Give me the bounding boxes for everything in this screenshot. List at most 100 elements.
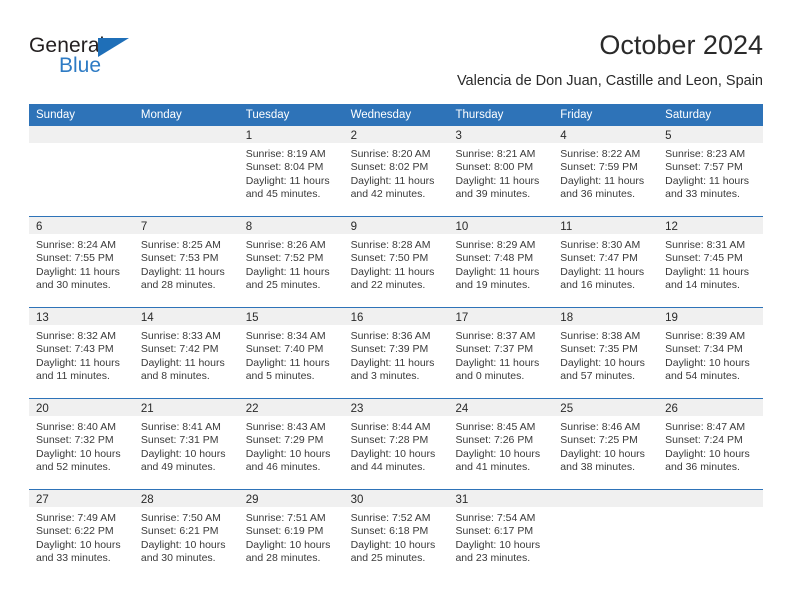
day-number: 16 [350,312,364,324]
daylight-text-line1: Daylight: 10 hours [665,356,750,369]
day-cell[interactable]: 28 Sunrise: 7:50 AM Sunset: 6:21 PM Dayligh… [133,490,239,580]
day-cell[interactable]: 15 Sunrise: 8:34 AM Sunset: 7:40 PM Dayligh… [238,308,344,398]
sunset-text: Sunset: 7:28 PM [350,434,429,447]
sunrise-text: Sunrise: 8:19 AM [245,148,326,160]
daylight-text-line1: Daylight: 10 hours [350,538,436,551]
day-cell[interactable]: 29 Sunrise: 7:51 AM Sunset: 6:19 PM Dayligh… [238,490,344,580]
sunset-text: Sunset: 6:17 PM [455,525,534,538]
daylight-text-line1: Daylight: 10 hours [36,447,121,460]
day-cell[interactable]: 7 Sunrise: 8:25 AM Sunset: 7:53 PM Daylight… [133,217,239,307]
day-cell[interactable]: 26 Sunrise: 8:47 AM Sunset: 7:24 PM Dayligh… [658,399,764,489]
day-cell[interactable]: 9 Sunrise: 8:28 AM Sunset: 7:50 PM Daylight… [343,217,449,307]
daylight-text-line1: Daylight: 11 hours [140,265,225,278]
day-number: 25 [560,403,574,415]
day-number: 9 [350,221,357,233]
day-cell[interactable]: 14 Sunrise: 8:33 AM Sunset: 7:42 PM Dayligh… [133,308,239,398]
day-sun-info: Sunrise: 8:25 AM Sunset: 7:53 PM Daylight:… [134,234,239,293]
sunrise-text: Sunrise: 8:40 AM [36,421,116,433]
sunrise-text: Sunrise: 8:46 AM [560,421,641,433]
sunset-text: Sunset: 7:40 PM [245,343,324,356]
weekday-header-tuesday: Tuesday [245,109,290,121]
day-sun-info: Sunrise: 8:39 AM Sunset: 7:34 PM Daylight:… [658,325,763,384]
daylight-text-line2: and 41 minutes. [455,461,531,474]
sunrise-text: Sunrise: 8:26 AM [245,239,326,251]
day-number-band: 31 [448,490,554,507]
brand-logo[interactable]: General Blue [29,34,229,90]
day-cell[interactable]: 6 Sunrise: 8:24 AM Sunset: 7:55 PM Daylight… [29,217,134,307]
day-cell[interactable]: 1 Sunrise: 8:19 AM Sunset: 8:04 PM Daylight… [238,126,344,216]
day-number: 21 [140,403,154,415]
day-cell[interactable]: 21 Sunrise: 8:41 AM Sunset: 7:31 PM Dayligh… [133,399,239,489]
day-cell[interactable]: 13 Sunrise: 8:32 AM Sunset: 7:43 PM Dayligh… [29,308,134,398]
day-cell[interactable]: 3 Sunrise: 8:21 AM Sunset: 8:00 PM Daylight… [448,126,554,216]
daylight-text-line1: Daylight: 10 hours [665,447,750,460]
day-number: 10 [455,221,469,233]
sunrise-text: Sunrise: 8:32 AM [36,330,116,342]
day-number-band: 28 [133,490,239,507]
day-cell[interactable]: 12 Sunrise: 8:31 AM Sunset: 7:45 PM Dayligh… [658,217,764,307]
day-number-band: 5 [658,126,764,143]
sunset-text: Sunset: 7:42 PM [140,343,219,356]
day-number: 12 [665,221,678,233]
sunrise-text: Sunrise: 7:49 AM [36,512,116,524]
sunset-text: Sunset: 7:34 PM [665,343,743,356]
day-sun-info: Sunrise: 8:37 AM Sunset: 7:37 PM Daylight:… [448,325,553,384]
calendar-page: General Blue October 2024 Valencia de Do… [0,0,792,612]
calendar-week-row: 20 Sunrise: 8:40 AM Sunset: 7:32 PM Dayligh… [29,398,764,489]
sunrise-text: Sunrise: 8:39 AM [665,330,746,342]
day-number-band: 3 [448,126,554,143]
day-cell[interactable]: 4 Sunrise: 8:22 AM Sunset: 7:59 PM Daylight… [553,126,659,216]
day-cell[interactable]: 27 Sunrise: 7:49 AM Sunset: 6:22 PM Dayligh… [29,490,134,580]
day-cell[interactable]: 22 Sunrise: 8:43 AM Sunset: 7:29 PM Dayligh… [238,399,344,489]
day-sun-info: Sunrise: 8:44 AM Sunset: 7:28 PM Daylight:… [344,416,449,475]
daylight-text-line1: Daylight: 11 hours [560,174,645,187]
day-cell-empty [133,126,239,216]
day-number-band [133,126,239,143]
day-cell-empty [29,126,134,216]
day-cell[interactable]: 25 Sunrise: 8:46 AM Sunset: 7:25 PM Dayligh… [553,399,659,489]
day-cell[interactable]: 16 Sunrise: 8:36 AM Sunset: 7:39 PM Dayligh… [343,308,449,398]
sunset-text: Sunset: 7:53 PM [140,252,219,265]
day-cell[interactable]: 24 Sunrise: 8:45 AM Sunset: 7:26 PM Dayligh… [448,399,554,489]
daylight-text-line2: and 36 minutes. [560,188,636,201]
day-cell[interactable]: 23 Sunrise: 8:44 AM Sunset: 7:28 PM Dayligh… [343,399,449,489]
daylight-text-line1: Daylight: 10 hours [560,356,645,369]
calendar-week-row: 13 Sunrise: 8:32 AM Sunset: 7:43 PM Dayligh… [29,307,764,398]
day-cell[interactable]: 20 Sunrise: 8:40 AM Sunset: 7:32 PM Dayligh… [29,399,134,489]
daylight-text-line2: and 38 minutes. [560,461,636,474]
title-block: October 2024 Valencia de Don Juan, Casti… [457,28,763,91]
day-cell[interactable]: 30 Sunrise: 7:52 AM Sunset: 6:18 PM Dayligh… [343,490,449,580]
day-cell[interactable]: 2 Sunrise: 8:20 AM Sunset: 8:02 PM Daylight… [343,126,449,216]
blue-triangle-icon [98,38,129,57]
day-cell[interactable]: 8 Sunrise: 8:26 AM Sunset: 7:52 PM Daylight… [238,217,344,307]
weekday-header-monday: Monday [140,109,182,121]
day-cell[interactable]: 5 Sunrise: 8:23 AM Sunset: 7:57 PM Daylight… [658,126,764,216]
day-sun-info: Sunrise: 8:22 AM Sunset: 7:59 PM Daylight:… [553,143,658,202]
day-number: 22 [245,403,259,415]
calendar-week-row: 6 Sunrise: 8:24 AM Sunset: 7:55 PM Daylight… [29,216,764,307]
day-cell[interactable]: 17 Sunrise: 8:37 AM Sunset: 7:37 PM Dayligh… [448,308,554,398]
day-number-band: 26 [658,399,764,416]
day-number-band: 21 [133,399,239,416]
day-sun-info: Sunrise: 8:29 AM Sunset: 7:48 PM Daylight:… [448,234,553,293]
day-cell[interactable]: 11 Sunrise: 8:30 AM Sunset: 7:47 PM Dayligh… [553,217,659,307]
day-number-band: 15 [238,308,344,325]
sunrise-text: Sunrise: 7:54 AM [455,512,536,524]
day-cell[interactable]: 19 Sunrise: 8:39 AM Sunset: 7:34 PM Dayligh… [658,308,764,398]
day-number-band: 14 [133,308,239,325]
sunset-text: Sunset: 8:02 PM [350,161,429,174]
sunset-text: Sunset: 6:19 PM [245,525,324,538]
day-cell[interactable]: 31 Sunrise: 7:54 AM Sunset: 6:17 PM Dayligh… [448,490,554,580]
day-cell[interactable]: 18 Sunrise: 8:38 AM Sunset: 7:35 PM Dayligh… [553,308,659,398]
daylight-text-line1: Daylight: 11 hours [36,356,120,369]
day-cell[interactable]: 10 Sunrise: 8:29 AM Sunset: 7:48 PM Dayligh… [448,217,554,307]
day-sun-info: Sunrise: 8:47 AM Sunset: 7:24 PM Daylight:… [658,416,763,475]
daylight-text-line2: and 46 minutes. [245,461,321,474]
day-sun-info: Sunrise: 8:34 AM Sunset: 7:40 PM Daylight:… [239,325,344,384]
weekday-header-thursday: Thursday [455,109,504,121]
daylight-text-line2: and 54 minutes. [665,370,740,383]
day-sun-info: Sunrise: 7:54 AM Sunset: 6:17 PM Daylight:… [448,507,553,566]
daylight-text-line2: and 16 minutes. [560,279,636,292]
calendar-weeks: 1 Sunrise: 8:19 AM Sunset: 8:04 PM Daylight… [29,126,764,580]
sunrise-text: Sunrise: 8:37 AM [455,330,536,342]
